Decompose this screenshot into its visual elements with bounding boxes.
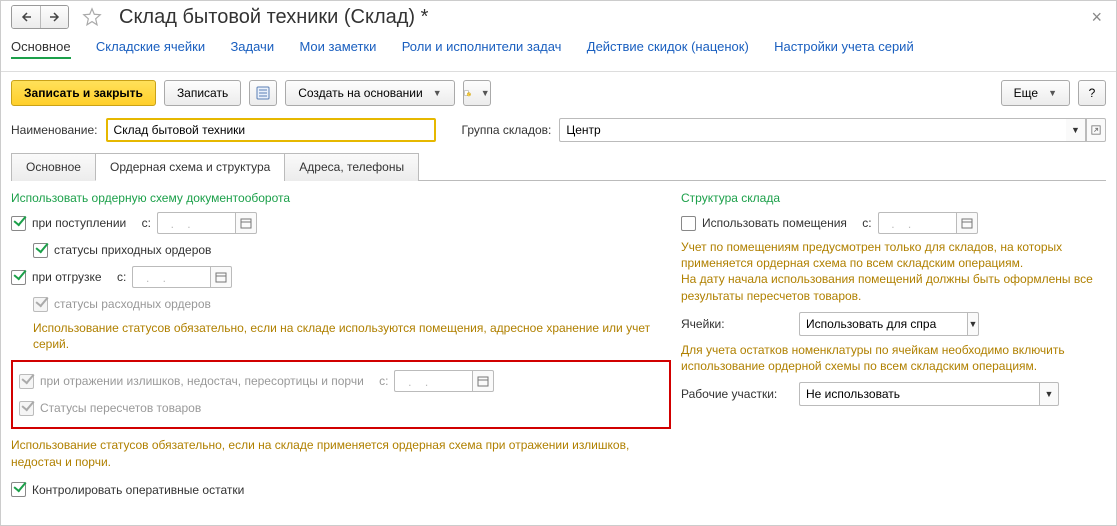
chevron-down-icon: ▼ bbox=[1048, 88, 1057, 98]
areas-label: Рабочие участки: bbox=[681, 387, 791, 401]
highlighted-block: при отражении излишков, недостач, пересо… bbox=[11, 360, 671, 429]
section-tasks[interactable]: Задачи bbox=[230, 39, 274, 54]
cells-dropdown-button[interactable]: ▼ bbox=[967, 312, 979, 336]
checkbox-receipt-statuses[interactable] bbox=[33, 243, 48, 258]
section-cells[interactable]: Складские ячейки bbox=[96, 39, 205, 54]
left-column: Использовать ордерную схему документообо… bbox=[11, 191, 671, 505]
checkbox-on-surplus bbox=[19, 374, 34, 389]
use-rooms-label: Использовать помещения bbox=[702, 216, 847, 230]
from-label: с: bbox=[142, 216, 151, 230]
create-from-label: Создать на основании bbox=[298, 86, 423, 100]
open-icon bbox=[1091, 125, 1101, 135]
star-icon bbox=[81, 6, 103, 28]
checkbox-on-receipt[interactable] bbox=[11, 216, 26, 231]
cells-input[interactable] bbox=[799, 312, 967, 336]
calendar-icon bbox=[961, 217, 973, 229]
from-label: с: bbox=[379, 374, 388, 388]
areas-input[interactable] bbox=[799, 382, 1039, 406]
checkbox-use-rooms[interactable] bbox=[681, 216, 696, 231]
checkbox-recount-statuses bbox=[19, 401, 34, 416]
titlebar: Склад бытовой техники (Склад) * × bbox=[1, 1, 1116, 31]
section-notes[interactable]: Мои заметки bbox=[299, 39, 376, 54]
on-shipment-label: при отгрузке bbox=[32, 270, 102, 284]
checkbox-control-balance[interactable] bbox=[11, 482, 26, 497]
favorite-button[interactable] bbox=[81, 6, 103, 28]
create-from-button[interactable]: Создать на основании ▼ bbox=[285, 80, 454, 106]
nav-buttons bbox=[11, 5, 69, 29]
section-discounts[interactable]: Действие скидок (наценок) bbox=[587, 39, 749, 54]
on-receipt-label: при поступлении bbox=[32, 216, 126, 230]
back-button[interactable] bbox=[12, 6, 40, 28]
checkbox-on-shipment[interactable] bbox=[11, 270, 26, 285]
shipment-statuses-label: статусы расходных ордеров bbox=[54, 297, 211, 311]
receipt-statuses-label: статусы приходных ордеров bbox=[54, 243, 211, 257]
toolbar: Записать и закрыть Записать Создать на о… bbox=[1, 72, 1116, 114]
section-main[interactable]: Основное bbox=[11, 39, 71, 59]
note-statuses-required: Использование статусов обязательно, если… bbox=[33, 320, 671, 352]
name-label: Наименование: bbox=[11, 123, 98, 137]
surplus-date-input[interactable] bbox=[394, 370, 472, 392]
shipment-date-input[interactable] bbox=[132, 266, 210, 288]
save-button[interactable]: Записать bbox=[164, 80, 241, 106]
name-input[interactable] bbox=[106, 118, 436, 142]
shipment-date-picker[interactable] bbox=[210, 266, 232, 288]
inner-tabs: Основное Ордерная схема и структура Адре… bbox=[11, 152, 1106, 181]
inner-tab-main[interactable]: Основное bbox=[11, 153, 96, 181]
arrow-left-icon bbox=[20, 11, 32, 23]
receipt-date-input[interactable] bbox=[157, 212, 235, 234]
reports-button[interactable]: ▼ bbox=[463, 80, 491, 106]
section-tabs: Основное Складские ячейки Задачи Мои зам… bbox=[1, 31, 1116, 72]
help-button[interactable]: ? bbox=[1078, 80, 1106, 106]
receipt-date-picker[interactable] bbox=[235, 212, 257, 234]
receipt-date bbox=[157, 212, 257, 234]
control-balance-label: Контролировать оперативные остатки bbox=[32, 483, 244, 497]
inner-tab-order-scheme[interactable]: Ордерная схема и структура bbox=[95, 153, 285, 181]
note-cells: Для учета остатков номенклатуры по ячейк… bbox=[681, 342, 1106, 374]
group-input[interactable] bbox=[559, 118, 1066, 142]
group-open-button[interactable] bbox=[1086, 118, 1106, 142]
areas-dropdown-button[interactable]: ▼ bbox=[1039, 382, 1059, 406]
section-roles[interactable]: Роли и исполнители задач bbox=[402, 39, 562, 54]
cells-select: ▼ bbox=[799, 312, 979, 336]
from-label: с: bbox=[862, 216, 871, 230]
chevron-down-icon: ▼ bbox=[433, 88, 442, 98]
report-icon bbox=[464, 85, 471, 101]
left-group-title: Использовать ордерную схему документообо… bbox=[11, 191, 671, 205]
shipment-date bbox=[132, 266, 232, 288]
right-column: Структура склада Использовать помещения … bbox=[681, 191, 1106, 505]
chevron-down-icon: ▼ bbox=[481, 88, 490, 98]
right-group-title: Структура склада bbox=[681, 191, 1106, 205]
close-button[interactable]: × bbox=[1085, 7, 1108, 28]
rooms-date-input[interactable] bbox=[878, 212, 956, 234]
rooms-date bbox=[878, 212, 978, 234]
calendar-icon bbox=[215, 271, 227, 283]
rooms-date-picker[interactable] bbox=[956, 212, 978, 234]
recount-statuses-label: Статусы пересчетов товаров bbox=[40, 401, 201, 415]
forward-button[interactable] bbox=[40, 6, 68, 28]
list-icon bbox=[256, 86, 270, 100]
window-title: Склад бытовой техники (Склад) * bbox=[119, 6, 1079, 29]
surplus-date-picker[interactable] bbox=[472, 370, 494, 392]
list-button[interactable] bbox=[249, 80, 277, 106]
group-select: ▼ bbox=[559, 118, 1106, 142]
areas-select: ▼ bbox=[799, 382, 1059, 406]
arrow-right-icon bbox=[49, 11, 61, 23]
calendar-icon bbox=[240, 217, 252, 229]
from-label: с: bbox=[117, 270, 126, 284]
section-series[interactable]: Настройки учета серий bbox=[774, 39, 914, 54]
group-dropdown-button[interactable]: ▼ bbox=[1066, 118, 1086, 142]
note-surplus-required: Использование статусов обязательно, если… bbox=[11, 437, 671, 469]
note-rooms: Учет по помещениям предусмотрен только д… bbox=[681, 239, 1106, 304]
calendar-icon bbox=[477, 375, 489, 387]
header-fields: Наименование: Группа складов: ▼ bbox=[1, 114, 1116, 152]
checkbox-shipment-statuses bbox=[33, 297, 48, 312]
more-label: Еще bbox=[1014, 86, 1038, 100]
cells-label: Ячейки: bbox=[681, 317, 791, 331]
surplus-date bbox=[394, 370, 494, 392]
more-button[interactable]: Еще ▼ bbox=[1001, 80, 1070, 106]
on-surplus-label: при отражении излишков, недостач, пересо… bbox=[40, 374, 364, 388]
save-close-button[interactable]: Записать и закрыть bbox=[11, 80, 156, 106]
group-label: Группа складов: bbox=[462, 123, 552, 137]
inner-tab-addresses[interactable]: Адреса, телефоны bbox=[284, 153, 419, 181]
